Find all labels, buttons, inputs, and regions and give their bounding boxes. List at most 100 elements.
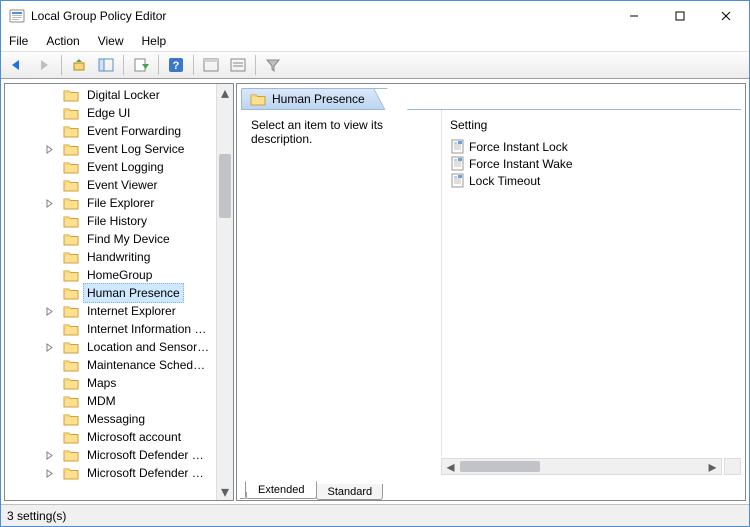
up-button[interactable] — [67, 54, 91, 76]
tree-item-label: Edge UI — [83, 103, 134, 123]
scroll-up-icon[interactable]: ▴ — [217, 84, 233, 101]
toolbar-separator — [158, 55, 159, 75]
tree-item-label: Maps — [83, 373, 120, 393]
tree-item[interactable]: Microsoft Defender … — [61, 464, 233, 482]
back-button[interactable] — [5, 54, 29, 76]
folder-icon — [63, 341, 79, 354]
tree-item[interactable]: File Explorer — [61, 194, 233, 212]
menu-action[interactable]: Action — [44, 33, 81, 49]
tree-item[interactable]: Microsoft account — [61, 428, 233, 446]
tree-item[interactable]: Event Logging — [61, 158, 233, 176]
help-button[interactable]: ? — [164, 54, 188, 76]
toolbar: ? — [1, 51, 749, 79]
tree-item[interactable]: Maintenance Sched… — [61, 356, 233, 374]
filter-button[interactable] — [261, 54, 285, 76]
policy-icon — [450, 139, 465, 154]
folder-icon — [63, 395, 79, 408]
toolbar-separator — [255, 55, 256, 75]
description-panel: Select an item to view its description. — [241, 110, 441, 456]
expand-icon[interactable] — [43, 197, 55, 209]
tree-item-label: Digital Locker — [83, 85, 164, 105]
tree-item[interactable]: Handwriting — [61, 248, 233, 266]
hscroll-thumb[interactable] — [460, 461, 540, 472]
setting-item[interactable]: Force Instant Wake — [446, 155, 737, 172]
toolbar-separator — [61, 55, 62, 75]
folder-icon — [63, 161, 79, 174]
menu-file[interactable]: File — [7, 33, 30, 49]
folder-icon — [63, 107, 79, 120]
tree-item-label: Location and Sensor… — [83, 337, 213, 357]
tree-item[interactable]: Internet Information … — [61, 320, 233, 338]
setting-label: Force Instant Wake — [469, 157, 573, 171]
menu-help[interactable]: Help — [140, 33, 169, 49]
tree-item[interactable]: Event Viewer — [61, 176, 233, 194]
tree-item-label: Internet Explorer — [83, 301, 180, 321]
tree-item[interactable]: Human Presence — [61, 284, 233, 302]
folder-icon — [63, 377, 79, 390]
tree-item-label: Microsoft Defender … — [83, 463, 208, 483]
folder-icon — [250, 93, 266, 106]
app-window: Local Group Policy Editor File Action Vi… — [0, 0, 750, 527]
scroll-thumb[interactable] — [219, 154, 231, 218]
setting-label: Lock Timeout — [469, 174, 540, 188]
properties-button[interactable] — [199, 54, 223, 76]
tree-item[interactable]: Event Log Service — [61, 140, 233, 158]
setting-item[interactable]: Lock Timeout — [446, 172, 737, 189]
scroll-corner — [724, 458, 741, 475]
tree-item[interactable]: File History — [61, 212, 233, 230]
minimize-button[interactable] — [611, 1, 657, 31]
tree-item-label: Event Log Service — [83, 139, 188, 159]
window-controls — [611, 1, 749, 31]
tree-item[interactable]: Find My Device — [61, 230, 233, 248]
close-button[interactable] — [703, 1, 749, 31]
details-heading: Human Presence — [241, 88, 388, 109]
show-hide-tree-button[interactable] — [94, 54, 118, 76]
tree-item[interactable]: MDM — [61, 392, 233, 410]
tree-item[interactable]: Digital Locker — [61, 86, 233, 104]
expand-icon[interactable] — [43, 449, 55, 461]
tree-item-label: Microsoft Defender … — [83, 445, 208, 465]
folder-icon — [63, 431, 79, 444]
policy-icon — [450, 173, 465, 188]
window-title: Local Group Policy Editor — [31, 9, 611, 23]
folder-icon — [63, 305, 79, 318]
expand-icon[interactable] — [43, 305, 55, 317]
folder-icon — [63, 89, 79, 102]
tree-scroll-area[interactable]: Digital LockerEdge UIEvent ForwardingEve… — [5, 84, 233, 500]
folder-icon — [63, 269, 79, 282]
column-header-setting[interactable]: Setting — [446, 116, 737, 138]
tree-item[interactable]: Edge UI — [61, 104, 233, 122]
menu-view[interactable]: View — [96, 33, 126, 49]
tab-extended[interactable]: Extended — [245, 481, 317, 499]
folder-icon — [63, 233, 79, 246]
tree-item[interactable]: Microsoft Defender … — [61, 446, 233, 464]
scroll-down-icon[interactable]: ▾ — [217, 483, 233, 500]
tree-item-label: Handwriting — [83, 247, 154, 267]
tree-item[interactable]: Internet Explorer — [61, 302, 233, 320]
description-text: Select an item to view its description. — [251, 118, 383, 146]
tree-vertical-scrollbar[interactable]: ▴ ▾ — [216, 84, 233, 500]
expand-icon[interactable] — [43, 341, 55, 353]
tree-item[interactable]: Event Forwarding — [61, 122, 233, 140]
maximize-button[interactable] — [657, 1, 703, 31]
scroll-right-icon[interactable]: ▸ — [704, 459, 721, 474]
expand-icon[interactable] — [43, 467, 55, 479]
folder-icon — [63, 125, 79, 138]
forward-button[interactable] — [32, 54, 56, 76]
export-list-button[interactable] — [129, 54, 153, 76]
tree-item[interactable]: Location and Sensor… — [61, 338, 233, 356]
tree-item[interactable]: HomeGroup — [61, 266, 233, 284]
folder-icon — [63, 251, 79, 264]
refresh-button[interactable] — [226, 54, 250, 76]
details-hscroll-area: ◂ ▸ — [241, 458, 741, 475]
setting-item[interactable]: Force Instant Lock — [446, 138, 737, 155]
scroll-left-icon[interactable]: ◂ — [442, 459, 459, 474]
tree-item-label: Find My Device — [83, 229, 174, 249]
tree-item[interactable]: Maps — [61, 374, 233, 392]
details-pane: Human Presence Select an item to view it… — [236, 83, 746, 501]
tab-standard[interactable]: Standard — [316, 484, 383, 500]
expand-icon[interactable] — [43, 143, 55, 155]
folder-icon — [63, 323, 79, 336]
tree-item[interactable]: Messaging — [61, 410, 233, 428]
details-horizontal-scrollbar[interactable]: ◂ ▸ — [441, 458, 722, 475]
